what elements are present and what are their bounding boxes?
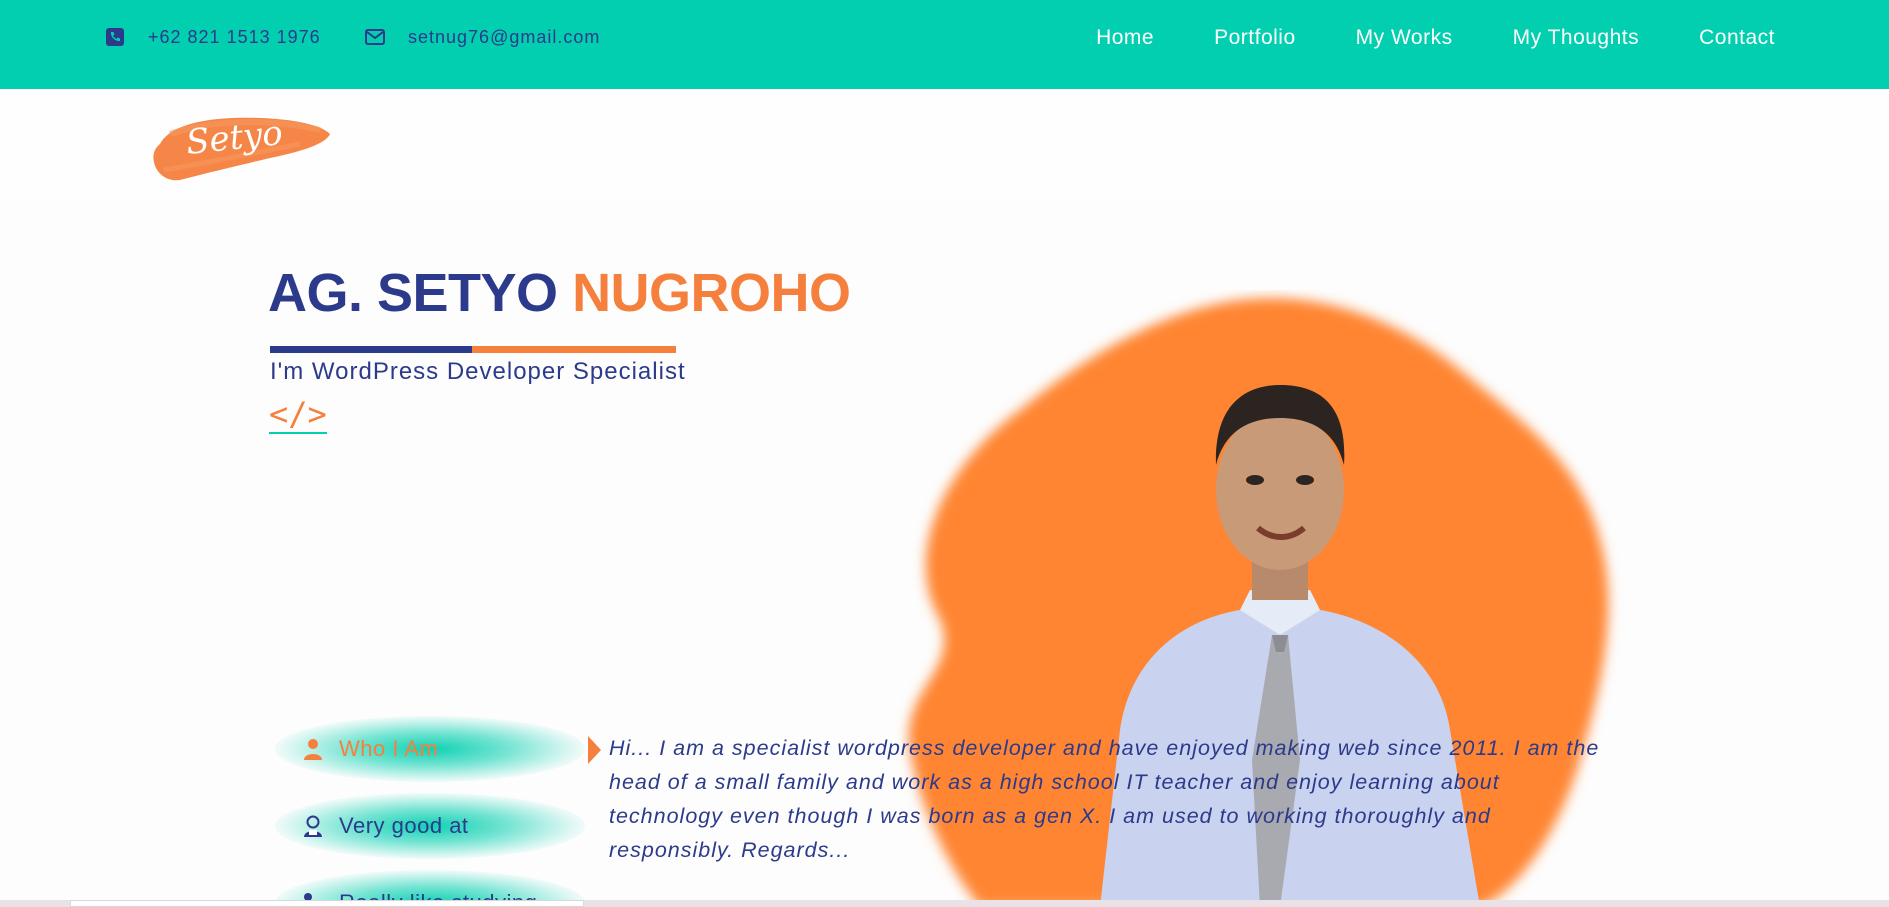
bottom-widget xyxy=(70,900,584,907)
underline-navy xyxy=(270,346,472,353)
tab-pointer-arrow xyxy=(588,736,601,764)
site-logo[interactable]: Setyo xyxy=(150,104,334,194)
email-address: setnug76@gmail.com xyxy=(408,26,601,47)
main-nav: Home Portfolio My Works My Thoughts Cont… xyxy=(1036,26,1775,50)
code-tag-icon: </> xyxy=(269,395,327,434)
title-underline xyxy=(270,346,676,353)
nav-portfolio[interactable]: Portfolio xyxy=(1214,26,1296,50)
developer-icon xyxy=(301,814,325,838)
nav-my-works[interactable]: My Works xyxy=(1356,26,1453,50)
name-first: AG. SETYO xyxy=(268,263,558,323)
nav-contact[interactable]: Contact xyxy=(1699,26,1775,50)
hero-subtitle: I'm WordPress Developer Specialist xyxy=(270,358,686,385)
phone-contact[interactable]: +62 821 1513 1976 xyxy=(104,26,321,48)
envelope-icon xyxy=(364,26,386,48)
underline-orange xyxy=(472,346,676,353)
top-bar: +62 821 1513 1976 setnug76@gmail.com Hom… xyxy=(0,0,1889,89)
about-tabs: Who I Am Very good at Really like studyi… xyxy=(275,716,585,907)
hero-title: AG. SETYO NUGROHO xyxy=(268,262,851,324)
user-icon xyxy=(301,737,325,761)
tab-who-i-am[interactable]: Who I Am xyxy=(275,716,585,782)
nav-home[interactable]: Home xyxy=(1096,26,1154,50)
tab-label: Very good at xyxy=(339,813,469,838)
phone-icon xyxy=(104,26,126,48)
name-last: NUGROHO xyxy=(572,263,851,323)
tab-label: Who I Am xyxy=(339,736,439,761)
about-text: Hi... I am a specialist wordpress develo… xyxy=(609,736,1600,862)
phone-number: +62 821 1513 1976 xyxy=(148,26,321,47)
nav-my-thoughts[interactable]: My Thoughts xyxy=(1513,26,1640,50)
tab-very-good-at[interactable]: Very good at xyxy=(275,793,585,859)
email-contact[interactable]: setnug76@gmail.com xyxy=(364,26,600,48)
